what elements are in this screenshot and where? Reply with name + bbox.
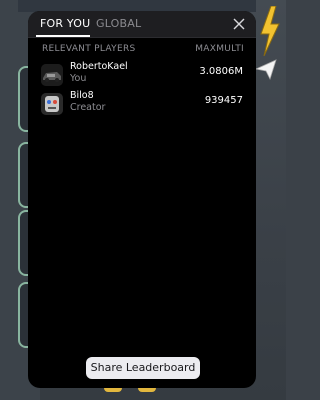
player-name: Bilo8 [70,90,94,101]
tab-global[interactable]: GLOBAL [96,17,141,31]
robot-avatar-icon [41,93,63,115]
player-name: RobertoKael [70,61,128,72]
column-header-maxmulti: MAXMULTI [195,44,244,54]
player-score: 3.0806M [199,66,243,77]
leaderboard-tab-bar: FOR YOU GLOBAL [28,11,256,38]
lightning-bolt-icon [260,6,280,56]
red-car-avatar-icon [41,64,63,86]
player-score: 939457 [204,95,243,106]
player-role: You [70,73,87,84]
column-header-players: RELEVANT PLAYERS [42,44,136,54]
leaderboard-row[interactable]: RobertoKael You 3.0806M [28,59,256,89]
active-tab-indicator [36,35,90,37]
share-leaderboard-button[interactable]: Share Leaderboard [86,357,200,379]
leaderboard-panel: FOR YOU GLOBAL RELEVANT PLAYERS MAXMULTI… [28,11,256,388]
player-role: Creator [70,102,106,113]
paper-plane-icon [254,59,277,81]
tab-for-you[interactable]: FOR YOU [40,17,90,31]
close-icon[interactable] [233,18,245,30]
leaderboard-row[interactable]: Bilo8 Creator 939457 [28,88,256,118]
